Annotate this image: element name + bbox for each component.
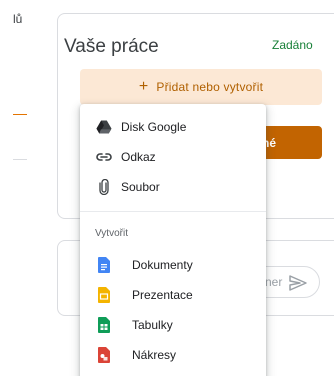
sheets-icon (95, 316, 113, 334)
slides-icon (95, 286, 113, 304)
nav-fragment: lů (13, 12, 23, 26)
menu-item-docs[interactable]: Dokumenty (80, 250, 266, 280)
menu-item-label: Tabulky (132, 318, 173, 332)
assignment-status: Zadáno (272, 38, 313, 52)
menu-item-google-drive[interactable]: Disk Google (80, 112, 266, 142)
menu-section-create: Vytvořit (95, 228, 128, 239)
menu-item-sheets[interactable]: Tabulky (80, 310, 266, 340)
menu-item-label: Disk Google (121, 120, 187, 134)
menu-item-label: Nákresy (132, 348, 177, 362)
link-icon (95, 148, 113, 166)
add-or-create-label: Přidat nebo vytvořit (156, 80, 264, 94)
your-work-title: Vaše práce (64, 36, 159, 57)
drawings-icon (95, 346, 113, 364)
menu-divider (80, 211, 266, 212)
menu-item-drawings[interactable]: Nákresy (80, 340, 266, 370)
plus-icon: + (138, 78, 149, 95)
nav-divider (13, 159, 27, 160)
menu-item-slides[interactable]: Prezentace (80, 280, 266, 310)
menu-item-label: Soubor (121, 180, 160, 194)
menu-item-file[interactable]: Soubor (80, 172, 266, 202)
menu-item-link[interactable]: Odkaz (80, 142, 266, 172)
add-or-create-menu: Disk Google Odkaz Soubor Vytvořit Dokume… (80, 104, 266, 376)
add-or-create-button[interactable]: + Přidat nebo vytvořit (80, 69, 322, 105)
nav-active-indicator (13, 114, 27, 115)
menu-item-label: Odkaz (121, 150, 156, 164)
send-icon[interactable] (288, 274, 308, 292)
comment-placeholder: ner (265, 275, 283, 289)
menu-item-label: Prezentace (132, 288, 193, 302)
google-drive-icon (95, 118, 113, 136)
docs-icon (95, 256, 113, 274)
paperclip-icon (95, 178, 113, 196)
menu-item-label: Dokumenty (132, 258, 193, 272)
